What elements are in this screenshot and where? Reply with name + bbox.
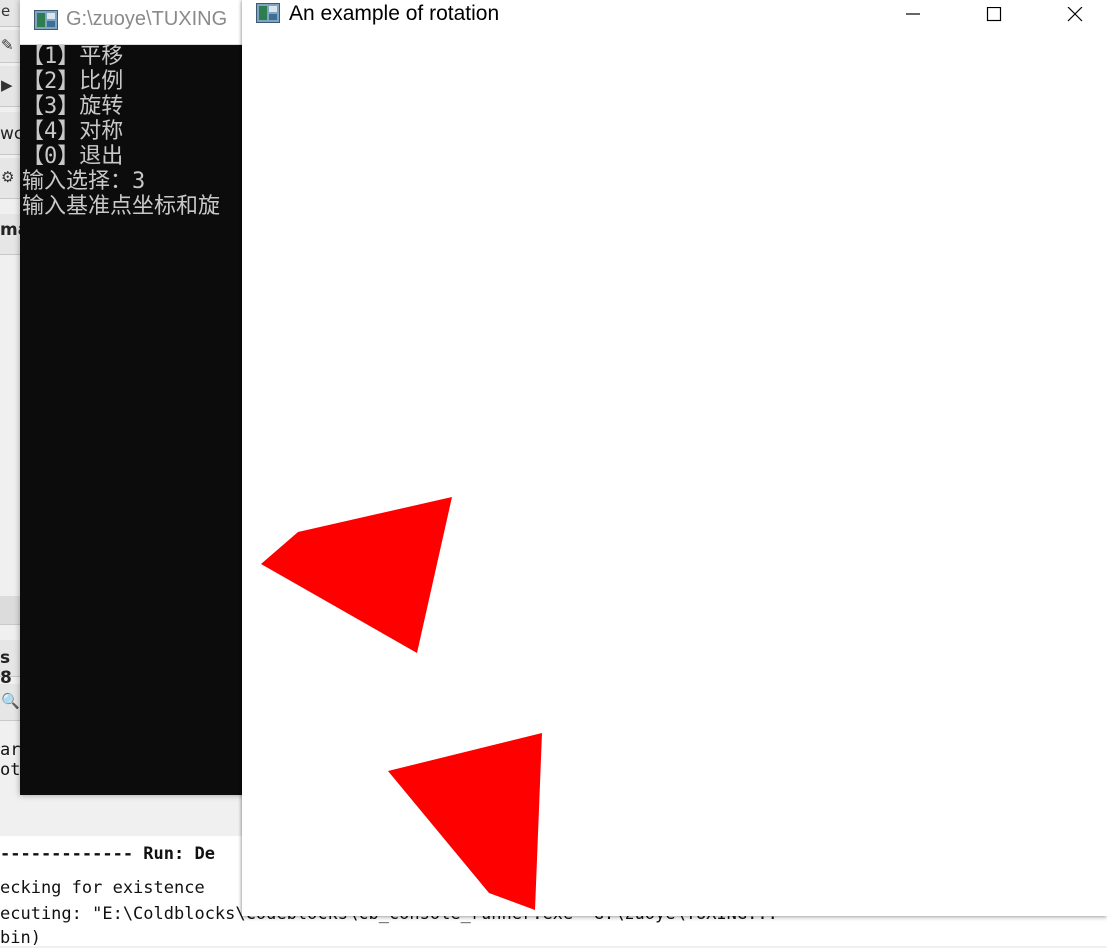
maximize-icon xyxy=(986,7,1002,22)
console-line: 【1】平移 xyxy=(22,44,124,69)
minimize-button[interactable] xyxy=(885,0,941,30)
console-line: 【4】对称 xyxy=(22,119,124,144)
ide-run-strip: ▶ xyxy=(0,66,22,107)
ide-editor-tab: ma xyxy=(0,214,29,255)
console-line: 【2】比例 xyxy=(22,69,124,94)
console-line: 输入基准点坐标和旋 xyxy=(22,194,221,219)
ide-fragment: s 8 xyxy=(0,648,12,688)
console-line: 【0】退出 xyxy=(22,144,124,169)
graphics-app-icon xyxy=(256,3,280,23)
console-output[interactable]: 【1】平移 【2】比例 【3】旋转 【4】对称 【0】退出 输入选择：3 输入基… xyxy=(20,44,260,795)
console-line: 输入选择：3 xyxy=(22,169,146,194)
minimize-icon xyxy=(906,13,920,15)
run-icon[interactable]: ▶ xyxy=(1,76,13,94)
console-app-icon xyxy=(34,10,58,30)
settings-icon[interactable]: ⚙ xyxy=(1,168,14,186)
graphics-title: An example of rotation xyxy=(289,2,500,25)
console-window[interactable]: G:\zuoye\TUXING 【1】平移 【2】比例 【3】旋转 【4】对称 … xyxy=(20,0,260,795)
new-file-icon: ✎ xyxy=(1,36,14,54)
ide-toolbar-strip: ✎ xyxy=(0,30,22,63)
log-line: ------------- Run: De xyxy=(0,844,215,864)
ide-scrollbar[interactable] xyxy=(0,596,22,625)
log-line: bin) xyxy=(0,928,41,948)
original-triangle xyxy=(261,497,452,653)
log-line: ecking for existence xyxy=(0,878,205,898)
ide-debug-strip: ⚙ xyxy=(0,158,22,199)
close-button[interactable] xyxy=(1047,0,1103,30)
ide-menu-strip: e xyxy=(0,0,22,27)
graphics-titlebar[interactable]: An example of rotation xyxy=(242,0,1107,30)
rotated-triangle xyxy=(388,733,542,910)
console-title: G:\zuoye\TUXING xyxy=(66,8,228,30)
search-icon[interactable]: 🔍 xyxy=(1,692,20,710)
ide-tab-strip: wcl xyxy=(0,112,28,155)
drawing-canvas[interactable] xyxy=(242,30,1107,916)
maximize-button[interactable] xyxy=(966,0,1022,30)
console-line: 【3】旋转 xyxy=(22,94,124,119)
close-icon xyxy=(1067,7,1083,22)
console-titlebar[interactable]: G:\zuoye\TUXING xyxy=(20,0,260,45)
ide-logs-tab: s 8 xyxy=(0,640,22,688)
ide-logs-search: 🔍 xyxy=(0,684,22,721)
ide-fragment: e xyxy=(1,2,11,20)
graphics-window[interactable]: An example of rotation xyxy=(242,0,1107,916)
